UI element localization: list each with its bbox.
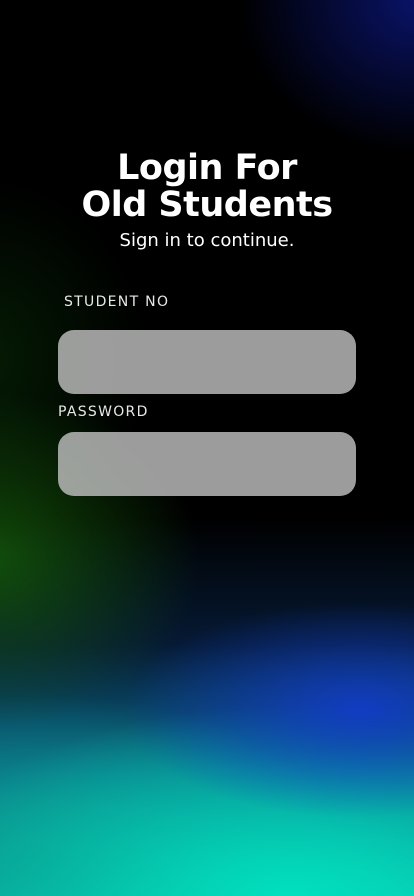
password-label: PASSWORD [58, 404, 149, 420]
login-screen: Login For Old Students Sign in to contin… [0, 0, 414, 896]
password-input[interactable] [58, 432, 356, 496]
page-subtitle: Sign in to continue. [119, 230, 295, 251]
page-title-line-1: Login For [117, 148, 297, 188]
page-title: Login For Old Students [0, 150, 414, 224]
student-no-input[interactable] [58, 330, 356, 394]
student-no-label: STUDENT NO [64, 294, 170, 310]
page-title-line-2: Old Students [81, 185, 333, 225]
